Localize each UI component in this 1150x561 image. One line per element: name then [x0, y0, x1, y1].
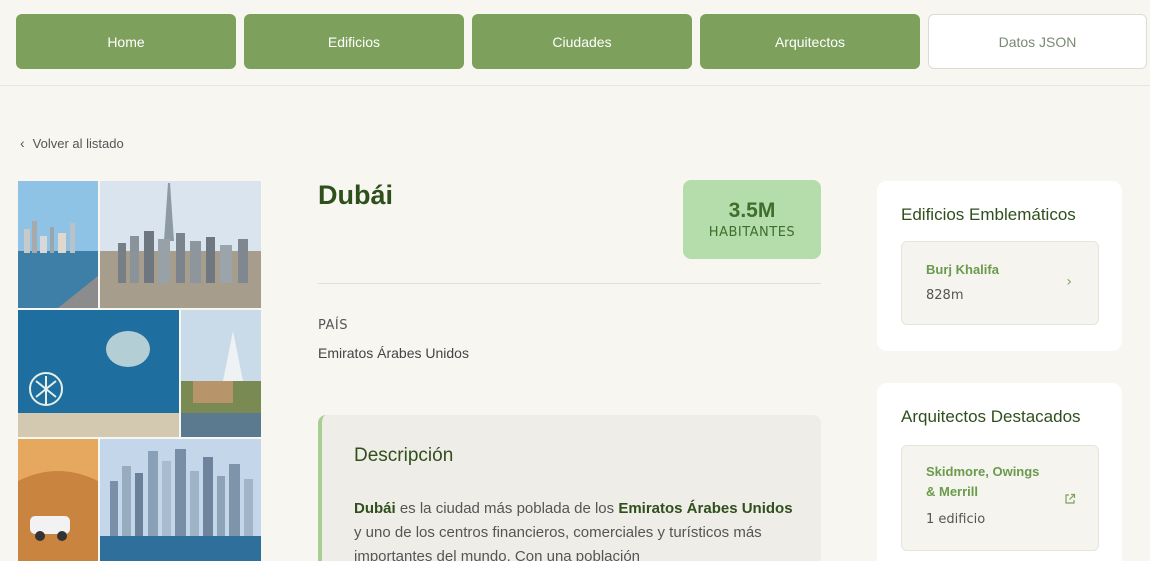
photo-palm-islands [18, 310, 179, 437]
landmark-buildings-card: Edificios Emblemáticos Burj Khalifa 828m… [877, 181, 1122, 351]
architect-building-count: 1 edificio [926, 512, 986, 527]
back-link[interactable]: ‹ Volver al listado [20, 135, 124, 151]
description-text-1: es la ciudad más poblada de los [395, 500, 619, 517]
nav-datos-json-button[interactable]: Datos JSON [928, 14, 1147, 69]
featured-architects-title: Arquitectos Destacados [901, 407, 1081, 426]
featured-architects-card: Arquitectos Destacados Skidmore, Owings … [877, 383, 1122, 561]
photo-dubai-skyline [100, 181, 261, 308]
population-badge: 3.5M HABITANTES [683, 180, 821, 259]
country-value: Emiratos Árabes Unidos [318, 345, 469, 361]
building-name: Burj Khalifa [926, 262, 999, 277]
nav-ciudades-button[interactable]: Ciudades [472, 14, 692, 69]
photo-dubai-creek [18, 181, 98, 308]
description-text-2: y uno de los centros financieros, comerc… [354, 524, 762, 561]
nav-home-button[interactable]: Home [16, 14, 236, 69]
architect-name: Skidmore, Owings & Merrill [926, 464, 1040, 499]
photo-desert-safari [18, 439, 98, 561]
city-title: Dubái [318, 180, 394, 210]
chevron-right-icon: › [1066, 274, 1072, 290]
population-label: HABITANTES [708, 225, 796, 240]
description-bold-city: Dubái [354, 500, 396, 517]
chevron-left-icon: ‹ [20, 135, 25, 151]
photo-burj-al-arab [181, 310, 261, 437]
description-title: Descripción [354, 445, 454, 466]
building-item-burj-khalifa[interactable]: Burj Khalifa 828m › [901, 241, 1099, 325]
landmark-buildings-title: Edificios Emblemáticos [901, 205, 1076, 224]
description-card: Descripción Dubái es la ciudad más pobla… [318, 415, 821, 561]
description-text: Dubái es la ciudad más poblada de los Em… [354, 497, 794, 561]
section-divider [318, 283, 821, 284]
description-bold-country: Emiratos Árabes Unidos [618, 500, 793, 517]
country-label: PAÍS [318, 318, 348, 333]
nav-edificios-button[interactable]: Edificios [244, 14, 464, 69]
population-value: 3.5M [728, 199, 776, 222]
architect-item-som[interactable]: Skidmore, Owings & Merrill 1 edificio [901, 445, 1099, 551]
back-link-label: Volver al listado [32, 135, 124, 151]
nav-arquitectos-button[interactable]: Arquitectos [700, 14, 920, 69]
external-link-icon[interactable] [1064, 490, 1076, 509]
photo-dubai-marina [100, 439, 261, 561]
building-height: 828m [926, 288, 964, 303]
city-photo-collage [18, 181, 261, 561]
top-nav: Home Edificios Ciudades Arquitectos Dato… [0, 0, 1150, 86]
